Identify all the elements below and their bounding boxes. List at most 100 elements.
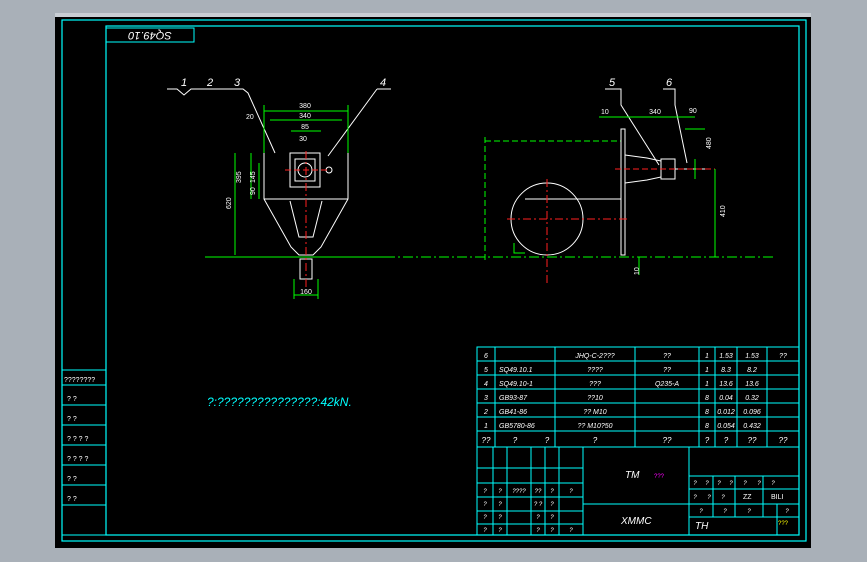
title-right-cell: ? [699, 509, 703, 515]
title-left-cell: ? [550, 489, 554, 495]
balloon-5: 5 [609, 77, 616, 89]
balloon-6: 6 [666, 77, 673, 89]
bom-cell-qty: 8 [705, 395, 709, 402]
balloon-leader-5 [605, 88, 660, 166]
bom-cell-name: ?? M10?50 [577, 423, 612, 430]
bom-cell-name: ?? M10 [583, 409, 606, 416]
sidebar-row-6: ? ? [67, 476, 77, 483]
bom-cell-no: 4 [484, 381, 488, 388]
title-right-cell: ? [757, 481, 761, 487]
title-right-cell: ? [717, 481, 721, 487]
bom-cell-no: 5 [484, 367, 488, 374]
drawing-viewport[interactable]: SQ49.10 1 2 3 4 380 340 85 30 20 395 145… [55, 13, 811, 548]
title-left-cell: ? [498, 515, 502, 521]
title-tm: TM [625, 470, 640, 481]
bom-header-cell: ? [593, 436, 598, 445]
title-left-cell: ? [483, 489, 487, 495]
title-right-cell: ? [721, 495, 725, 501]
balloon-4: 4 [380, 77, 386, 89]
inner-frame [105, 25, 800, 536]
title-right-cell: ? [693, 481, 697, 487]
bom-cell-unit_w: 0.054 [717, 423, 735, 430]
balloon-leader-1-3 [167, 88, 276, 154]
bom-cell-name: JHQ-C-2??? [574, 353, 614, 360]
dim-10-bottom: 10 [634, 267, 641, 275]
mount-plate [620, 128, 626, 256]
dim-10-top: 10 [601, 109, 609, 116]
title-right-cell: ? [693, 495, 697, 501]
bom-cell-name: ???? [587, 367, 603, 374]
bom-cell-code: GB41-86 [499, 409, 527, 416]
org-name: XMMC [620, 516, 652, 527]
zz-label: ZZ [743, 494, 752, 501]
bom-cell-code: SQ49.10-1 [499, 381, 533, 388]
left-view: 1 2 3 4 380 340 85 30 20 395 145 90 620 … [167, 77, 395, 299]
bom-cell-qty: 8 [705, 423, 709, 430]
title-left-cell: ? [483, 515, 487, 521]
title-right-cell: ? [707, 495, 711, 501]
title-right-cell: ? [747, 509, 751, 515]
dim-380: 380 [299, 103, 311, 110]
bom-header-cell: ?? [482, 436, 491, 445]
title-right-cell: ? [743, 481, 747, 487]
title-left-cell: ? [498, 528, 502, 534]
bom-cell-code: GB93-87 [499, 395, 528, 402]
bom-cell-qty: 1 [705, 367, 709, 374]
bom-cell-code: SQ49.10.1 [499, 367, 533, 374]
bom-cell-code: GB5780-86 [499, 423, 535, 430]
bom-cell-total_w: 0.432 [743, 423, 761, 430]
sidebar-row-1: ???????? [64, 377, 95, 384]
dim-410: 410 [720, 205, 727, 217]
bom-cell-total_w: 8.2 [747, 367, 757, 374]
dim-85: 85 [301, 124, 309, 131]
balloon-1: 1 [181, 77, 187, 89]
bom-cell-no: 2 [483, 409, 488, 416]
balloon-3: 3 [234, 77, 241, 89]
bom-cell-unit_w: 0.04 [719, 395, 733, 402]
bom-header-cell: ?? [779, 436, 788, 445]
title-left-cell: ? [550, 515, 554, 521]
sidebar-table: ???????? ? ? ? ? ? ? ? ? ? ? ? ? ? ? ? ? [61, 369, 107, 536]
dim-160: 160 [300, 289, 312, 296]
bom-cell-qty: 1 [705, 381, 709, 388]
dim-395: 395 [236, 171, 243, 183]
dim-340-right: 340 [649, 109, 661, 116]
bom-header-cell: ?? [663, 436, 672, 445]
dim-90-right: 90 [689, 108, 697, 115]
sidebar-row-5: ? ? ? ? [67, 456, 89, 463]
bom-cell-name: ??10 [587, 395, 603, 402]
bom-cell-qty: 1 [705, 353, 709, 360]
bili-label: BILI [771, 494, 784, 501]
bom-cell-remark: ?? [779, 353, 787, 360]
bom-cell-name: ??? [589, 381, 601, 388]
bom-cell-qty: 8 [705, 409, 709, 416]
dim-90: 90 [250, 187, 257, 195]
drawing-canvas: SQ49.10 1 2 3 4 380 340 85 30 20 395 145… [61, 19, 807, 542]
title-tm-suffix: ??? [654, 474, 665, 480]
title-left-cell: ? [498, 489, 502, 495]
drawing-number: SQ49.10 [127, 29, 171, 41]
dim-30: 30 [299, 136, 307, 143]
bom-cell-material: ?? [663, 353, 671, 360]
bom-cell-unit_w: 1.53 [719, 353, 733, 360]
title-right-cell: ? [723, 509, 727, 515]
title-left-cell: ? [483, 528, 487, 534]
bom-cell-total_w: 13.6 [745, 381, 759, 388]
bom-header-cell: ?? [748, 436, 757, 445]
bom-cell-no: 3 [484, 395, 488, 402]
bom-cell-total_w: 0.096 [743, 409, 761, 416]
bom-cell-material: ?? [663, 367, 671, 374]
title-left-cell: ? [536, 515, 540, 521]
sidebar-box [61, 369, 107, 536]
dim-145: 145 [250, 171, 257, 183]
title-left-cell: ? [536, 528, 540, 534]
title-left-cell: ? [550, 502, 554, 508]
outer-frame [61, 19, 807, 542]
title-left-cell: ? [569, 489, 573, 495]
drum-bracket [513, 243, 525, 254]
bom-header-cell: ? [513, 436, 518, 445]
sidebar-row-4: ? ? ? ? [67, 436, 89, 443]
title-left-cell: ? [550, 528, 554, 534]
bom-cell-unit_w: 0.012 [717, 409, 735, 416]
title-left-cell: ? [569, 528, 573, 534]
